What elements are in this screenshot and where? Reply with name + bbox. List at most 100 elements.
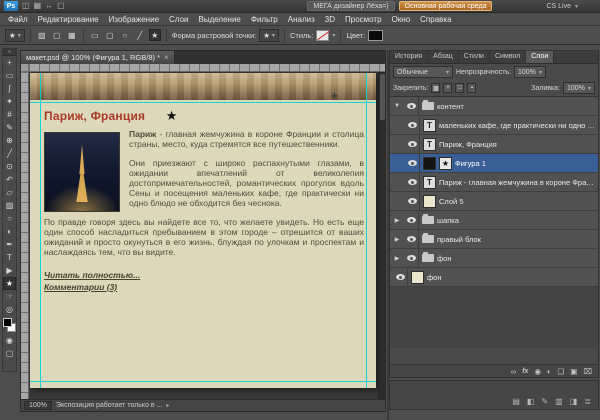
visibility-eye-icon[interactable] — [405, 173, 420, 192]
healing-brush-tool[interactable]: ⊕ — [3, 134, 16, 147]
layer-row-shape-1-selected[interactable]: ★ Фигура 1 — [390, 154, 598, 173]
layer-thumbnail[interactable] — [411, 271, 424, 284]
custom-shape-tool-icon[interactable]: ★ — [149, 29, 161, 41]
menu-layers[interactable]: Слои — [164, 15, 193, 24]
marquee-tool[interactable]: ▭ — [3, 69, 16, 82]
visibility-eye-icon[interactable] — [404, 211, 419, 230]
layer-name[interactable]: Фигура 1 — [455, 159, 486, 168]
workspace-button-custom[interactable]: МЕГА дизайнер Лёха=) — [307, 1, 394, 11]
zoom-level-field[interactable]: 100% — [24, 401, 52, 410]
screen-mode-button[interactable]: ▢ — [3, 347, 16, 360]
layer-name[interactable]: маленьких кафе, где практически ни одно … — [439, 121, 595, 130]
dodge-tool[interactable]: ◐ — [3, 225, 16, 238]
launch-bridge-icon[interactable]: ◫ — [22, 1, 30, 11]
quick-selection-tool[interactable]: ✦ — [3, 95, 16, 108]
pen-tool[interactable]: ✒ — [3, 238, 16, 251]
lock-all-icon[interactable]: ▪ — [467, 83, 476, 93]
menu-3d[interactable]: 3D — [320, 15, 340, 24]
gradient-tool[interactable]: ▨ — [3, 199, 16, 212]
tab-character[interactable]: Символ — [490, 51, 526, 63]
line-tool-icon[interactable]: ╱ — [134, 29, 146, 41]
visibility-eye-icon[interactable] — [404, 249, 419, 268]
color-swatch[interactable] — [368, 30, 383, 41]
scrollbar-thumb[interactable] — [380, 74, 385, 120]
layer-name[interactable]: Слой 5 — [439, 197, 464, 206]
menu-help[interactable]: Справка — [415, 15, 456, 24]
tab-styles[interactable]: Стили — [459, 51, 490, 63]
layer-name[interactable]: шапка — [437, 216, 459, 225]
menu-file[interactable]: Файл — [3, 15, 33, 24]
screen-mode-icon[interactable]: ▢ — [57, 1, 65, 11]
vector-mask-thumbnail[interactable]: ★ — [439, 157, 452, 170]
path-selection-tool[interactable]: ▶ — [3, 264, 16, 277]
menu-view[interactable]: Просмотр — [340, 15, 387, 24]
new-layer-icon[interactable]: ▣ — [570, 367, 577, 376]
layer-row-text-paris-france[interactable]: T Париж, Франция — [390, 135, 598, 154]
twirl-closed-icon[interactable]: ▶ — [393, 217, 401, 224]
visibility-eye-icon[interactable] — [405, 116, 420, 135]
comments-link[interactable]: Комментарии (3) — [44, 281, 364, 293]
layer-row-group-right-block[interactable]: ▶ правый блок — [390, 230, 598, 249]
lock-pixels-icon[interactable]: □ — [455, 83, 464, 93]
dock-icon-6[interactable]: ≣ — [584, 397, 591, 406]
collapse-toolbar-icon[interactable]: « — [3, 49, 16, 56]
view-extras-icon[interactable]: ▦ — [34, 1, 42, 11]
dock-icon-1[interactable]: ▤ — [512, 397, 520, 406]
shape-picker[interactable]: ★ ▾ — [259, 29, 279, 42]
menu-analysis[interactable]: Анализ — [283, 15, 320, 24]
foreground-color-swatch[interactable] — [3, 318, 12, 327]
clone-stamp-tool[interactable]: ⊙ — [3, 160, 16, 173]
guide-vertical-left[interactable] — [40, 73, 41, 388]
visibility-eye-icon[interactable] — [405, 135, 420, 154]
workspace-button-default[interactable]: Основная рабочая среда — [399, 1, 493, 11]
shape-tool[interactable]: ★ — [3, 277, 16, 290]
layer-row-group-content[interactable]: ▼ контент — [390, 97, 598, 116]
menu-edit[interactable]: Редактирование — [33, 15, 104, 24]
guide-horizontal-bottom[interactable] — [30, 381, 376, 382]
paths-mode-icon[interactable]: ▢ — [51, 29, 63, 41]
tab-layers[interactable]: Слои — [526, 51, 554, 63]
menu-window[interactable]: Окно — [387, 15, 416, 24]
dock-icon-2[interactable]: ◧ — [527, 397, 535, 406]
link-layers-icon[interactable]: ∞ — [511, 367, 516, 376]
dock-icon-3[interactable]: ✎ — [541, 397, 548, 406]
shape-fill-thumbnail[interactable] — [423, 157, 436, 170]
lock-position-icon[interactable]: + — [443, 83, 452, 93]
layer-row-layer-5[interactable]: Слой 5 — [390, 192, 598, 211]
brush-tool[interactable]: ╱ — [3, 147, 16, 160]
layer-row-text-paris-jewel[interactable]: T Париж - главная жемчужина в короне Фра… — [390, 173, 598, 192]
tab-history[interactable]: История — [390, 51, 428, 63]
twirl-open-icon[interactable]: ▼ — [393, 103, 401, 109]
ellipse-tool-icon[interactable]: ○ — [119, 29, 131, 41]
layer-row-group-header[interactable]: ▶ шапка — [390, 211, 598, 230]
layer-name[interactable]: Париж - главная жемчужина в короне Франц… — [439, 178, 595, 187]
rounded-rectangle-tool-icon[interactable]: ▢ — [104, 29, 116, 41]
hand-tool[interactable]: ☞ — [3, 290, 16, 303]
color-swatches[interactable] — [3, 318, 16, 332]
canvas[interactable]: + Париж, Франция ★ Париж - главная жемчу… — [30, 73, 376, 388]
eraser-tool[interactable]: ▱ — [3, 186, 16, 199]
delete-layer-icon[interactable]: ⌧ — [583, 367, 592, 376]
layer-style-icon[interactable]: fx — [522, 368, 528, 375]
history-brush-tool[interactable]: ↶ — [3, 173, 16, 186]
dock-icon-5[interactable]: ◨ — [570, 397, 578, 406]
move-tool[interactable]: + — [3, 56, 16, 69]
layer-name[interactable]: Париж, Франция — [439, 140, 497, 149]
document-tab[interactable]: макет.psd @ 100% (Фигура 1, RGB/8) * × — [21, 51, 175, 64]
menu-select[interactable]: Выделение — [193, 15, 245, 24]
menu-image[interactable]: Изображение — [104, 15, 164, 24]
twirl-closed-icon[interactable]: ▶ — [393, 236, 401, 243]
tool-preset-picker[interactable]: ★ ▾ — [5, 29, 25, 42]
blend-mode-select[interactable]: Обычные ▾ — [393, 66, 453, 78]
zoom-tool[interactable]: ◎ — [3, 303, 16, 316]
new-group-icon[interactable]: ❏ — [558, 367, 565, 376]
status-arrow-icon[interactable]: ▸ — [166, 402, 169, 409]
shape-layers-mode-icon[interactable]: ▧ — [36, 29, 48, 41]
layer-row-background[interactable]: фон — [390, 268, 598, 287]
quick-mask-button[interactable]: ◉ — [3, 334, 16, 347]
layer-row-text-cafe[interactable]: T маленьких кафе, где практически ни одн… — [390, 116, 598, 135]
tab-paragraph[interactable]: Абзац — [428, 51, 459, 63]
vertical-scrollbar[interactable] — [378, 72, 385, 399]
arrange-documents-icon[interactable]: ↔ — [45, 1, 53, 11]
layer-row-group-background[interactable]: ▶ фон — [390, 249, 598, 268]
